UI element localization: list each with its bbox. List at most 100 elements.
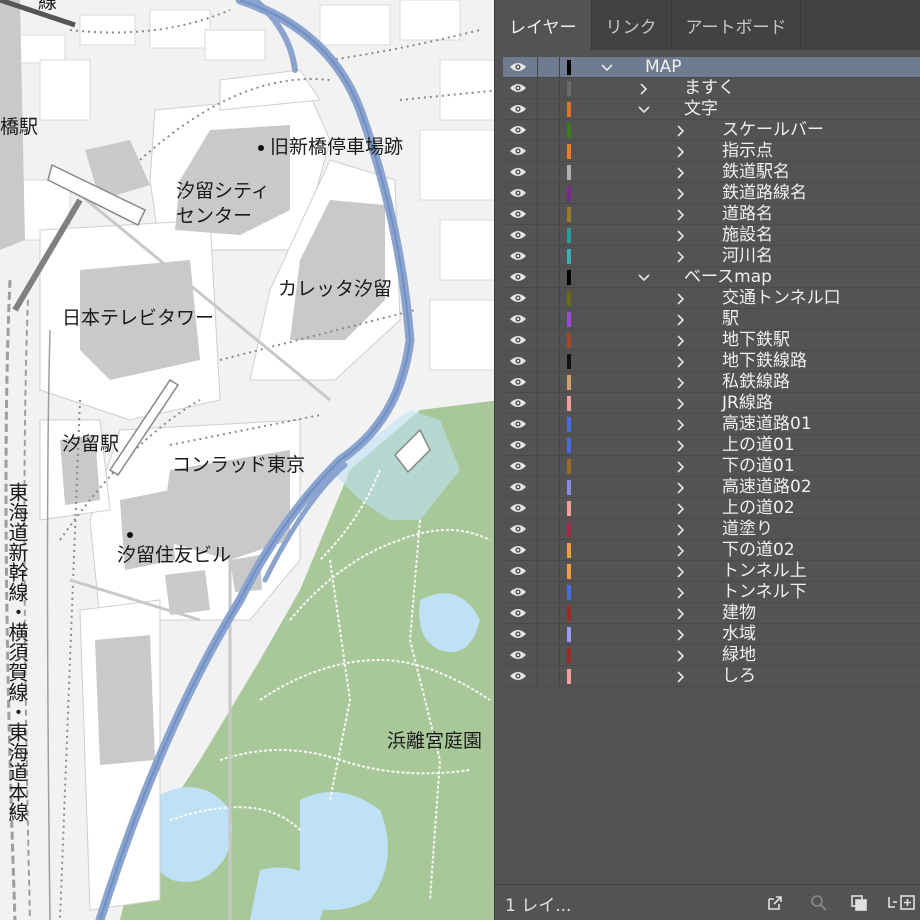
eye-icon[interactable] — [509, 397, 527, 409]
eye-icon[interactable] — [509, 460, 527, 472]
layer-row[interactable]: 建物 — [503, 603, 920, 624]
layer-row[interactable]: 施設名 — [503, 225, 920, 246]
chevron-right-icon[interactable] — [673, 477, 689, 498]
layer-row[interactable]: 道路名 — [503, 204, 920, 225]
layer-row[interactable]: 高速道路01 — [503, 414, 920, 435]
eye-icon[interactable] — [509, 145, 527, 157]
chevron-right-icon[interactable] — [673, 393, 689, 414]
eye-icon[interactable] — [509, 334, 527, 346]
tab-links[interactable]: リンク — [592, 0, 672, 50]
chevron-right-icon[interactable] — [673, 561, 689, 582]
chevron-right-icon[interactable] — [673, 372, 689, 393]
chevron-right-icon[interactable] — [673, 330, 689, 351]
chevron-right-icon[interactable] — [673, 351, 689, 372]
eye-icon[interactable] — [509, 481, 527, 493]
layer-row[interactable]: 鉄道路線名 — [503, 183, 920, 204]
eye-icon[interactable] — [509, 82, 527, 94]
layer-row[interactable]: 高速道路02 — [503, 477, 920, 498]
chevron-right-icon[interactable] — [673, 645, 689, 666]
chevron-down-icon[interactable] — [636, 99, 652, 120]
layer-row[interactable]: 地下鉄駅 — [503, 330, 920, 351]
chevron-right-icon[interactable] — [673, 120, 689, 141]
layer-row[interactable]: 指示点 — [503, 141, 920, 162]
eye-icon[interactable] — [509, 418, 527, 430]
layer-row[interactable]: MAP — [503, 57, 920, 78]
eye-icon[interactable] — [509, 502, 527, 514]
eye-icon[interactable] — [509, 292, 527, 304]
layer-row[interactable]: 交通トンネル口 — [503, 288, 920, 309]
chevron-right-icon[interactable] — [673, 183, 689, 204]
chevron-right-icon[interactable] — [636, 78, 652, 99]
layer-row[interactable]: しろ — [503, 666, 920, 687]
eye-icon[interactable] — [509, 103, 527, 115]
chevron-right-icon[interactable] — [673, 603, 689, 624]
layer-row[interactable]: 下の道02 — [503, 540, 920, 561]
eye-icon[interactable] — [509, 271, 527, 283]
search-icon[interactable] — [809, 893, 829, 913]
layer-row[interactable]: 河川名 — [503, 246, 920, 267]
eye-icon[interactable] — [509, 586, 527, 598]
eye-icon[interactable] — [509, 628, 527, 640]
eye-icon[interactable] — [509, 376, 527, 388]
eye-icon[interactable] — [509, 544, 527, 556]
layer-row[interactable]: 地下鉄線路 — [503, 351, 920, 372]
chevron-right-icon[interactable] — [673, 582, 689, 603]
chevron-right-icon[interactable] — [673, 246, 689, 267]
eye-icon[interactable] — [509, 565, 527, 577]
eye-icon[interactable] — [509, 523, 527, 535]
layer-row[interactable]: 水域 — [503, 624, 920, 645]
new-layer-icon[interactable] — [887, 893, 917, 913]
chevron-right-icon[interactable] — [673, 288, 689, 309]
chevron-right-icon[interactable] — [673, 141, 689, 162]
chevron-right-icon[interactable] — [673, 519, 689, 540]
layer-row[interactable]: 上の道01 — [503, 435, 920, 456]
chevron-right-icon[interactable] — [673, 540, 689, 561]
eye-icon[interactable] — [509, 607, 527, 619]
eye-icon[interactable] — [509, 229, 527, 241]
chevron-right-icon[interactable] — [673, 456, 689, 477]
map-canvas[interactable]: 線 橋駅 旧新橋停車場跡 汐留シティ センター カレッタ汐留 日本テレビタワー … — [0, 0, 500, 920]
chevron-right-icon[interactable] — [673, 162, 689, 183]
chevron-right-icon[interactable] — [673, 414, 689, 435]
layer-row[interactable]: 駅 — [503, 309, 920, 330]
layer-row[interactable]: 下の道01 — [503, 456, 920, 477]
chevron-right-icon[interactable] — [673, 624, 689, 645]
layer-row[interactable]: スケールバー — [503, 120, 920, 141]
layer-row[interactable]: トンネル上 — [503, 561, 920, 582]
column-divider — [559, 162, 560, 183]
chevron-down-icon[interactable] — [599, 57, 615, 78]
layer-row[interactable]: 上の道02 — [503, 498, 920, 519]
layer-row[interactable]: 緑地 — [503, 645, 920, 666]
eye-icon[interactable] — [509, 313, 527, 325]
collect-icon[interactable] — [849, 893, 869, 913]
map-marker-dot — [258, 145, 264, 151]
export-icon[interactable] — [765, 893, 785, 913]
layer-row[interactable]: トンネル下 — [503, 582, 920, 603]
eye-icon[interactable] — [509, 670, 527, 682]
tab-layers[interactable]: レイヤー — [495, 0, 592, 50]
chevron-right-icon[interactable] — [673, 204, 689, 225]
chevron-right-icon[interactable] — [673, 666, 689, 687]
layer-row[interactable]: 私鉄線路 — [503, 372, 920, 393]
layer-row[interactable]: JR線路 — [503, 393, 920, 414]
eye-icon[interactable] — [509, 187, 527, 199]
eye-icon[interactable] — [509, 355, 527, 367]
chevron-right-icon[interactable] — [673, 225, 689, 246]
eye-icon[interactable] — [509, 250, 527, 262]
chevron-right-icon[interactable] — [673, 435, 689, 456]
tab-artboards[interactable]: アートボード — [672, 0, 802, 50]
eye-icon[interactable] — [509, 649, 527, 661]
eye-icon[interactable] — [509, 166, 527, 178]
eye-icon[interactable] — [509, 124, 527, 136]
layer-row[interactable]: 鉄道駅名 — [503, 162, 920, 183]
layer-row[interactable]: 道塗り — [503, 519, 920, 540]
chevron-right-icon[interactable] — [673, 309, 689, 330]
chevron-down-icon[interactable] — [636, 267, 652, 288]
chevron-right-icon[interactable] — [673, 498, 689, 519]
eye-icon[interactable] — [509, 208, 527, 220]
layer-row[interactable]: ベースmap — [503, 267, 920, 288]
layer-row[interactable]: 文字 — [503, 99, 920, 120]
layer-row[interactable]: ますく — [503, 78, 920, 99]
eye-icon[interactable] — [509, 439, 527, 451]
eye-icon[interactable] — [509, 61, 527, 73]
